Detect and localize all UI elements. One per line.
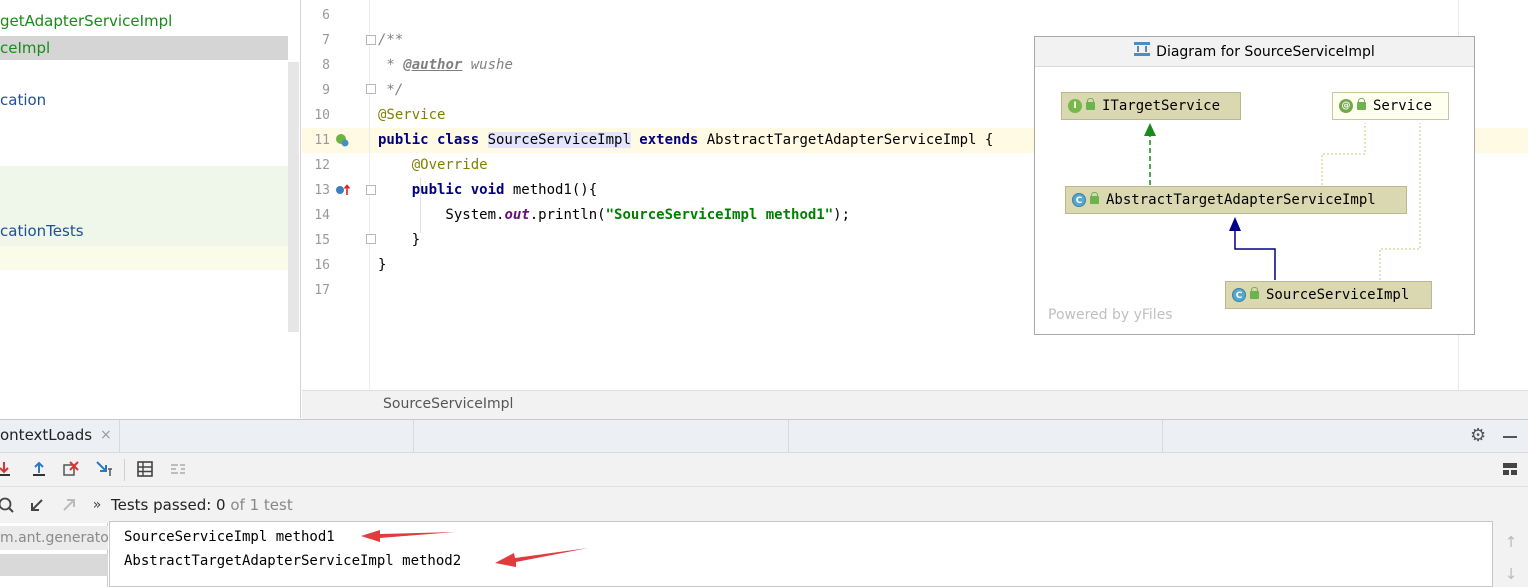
red-arrow-annotation <box>495 548 588 567</box>
red-arrow-annotation <box>361 530 455 542</box>
red-annotation-arrows <box>361 530 588 567</box>
